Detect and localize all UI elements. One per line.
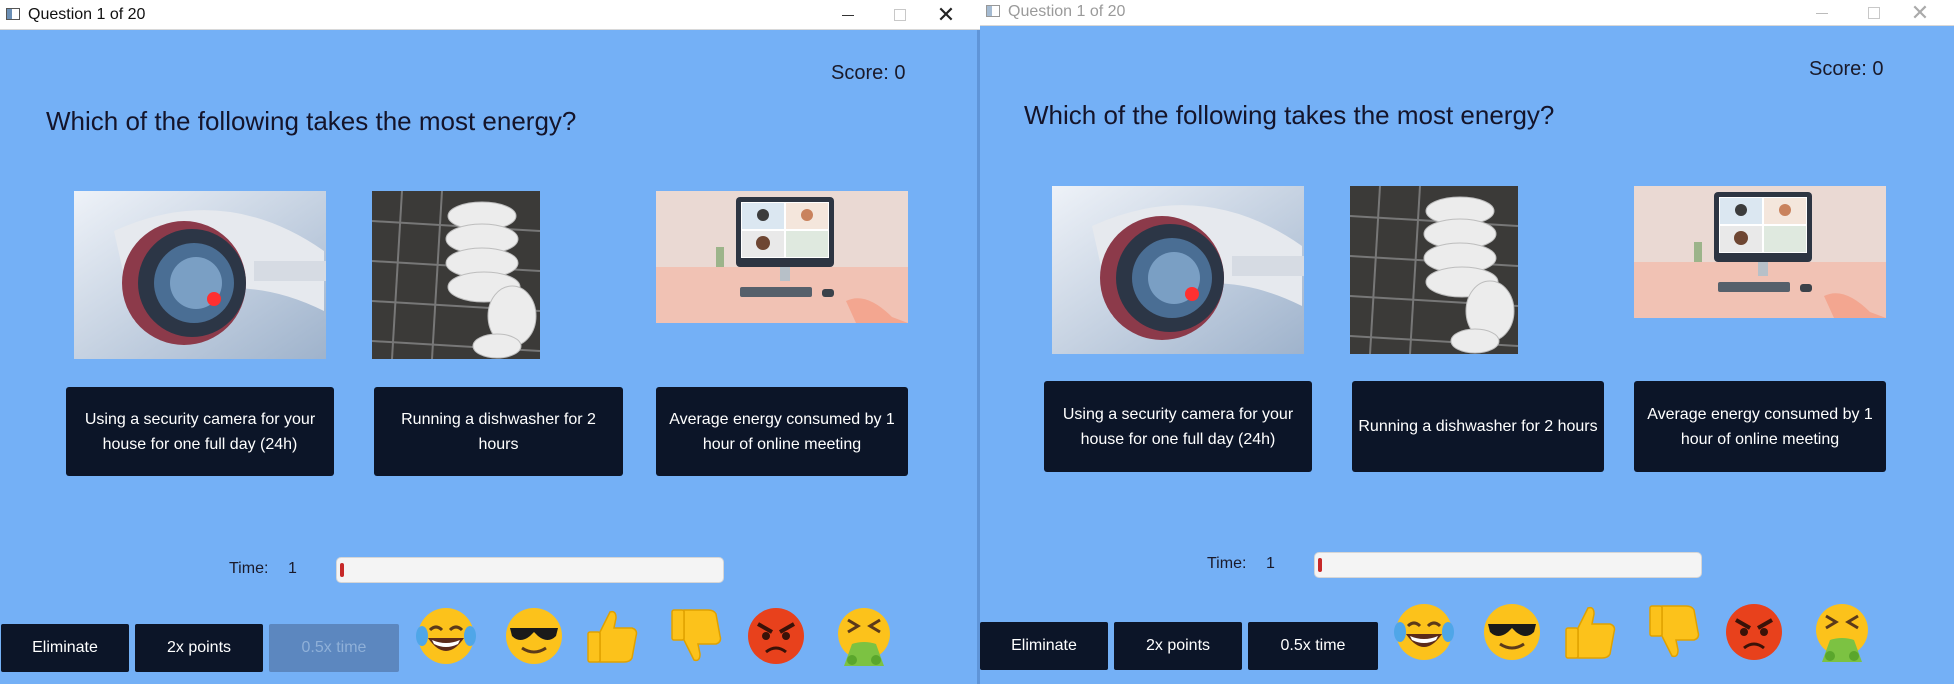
quiz-panel: Score: 0 Which of the following takes th… — [0, 30, 980, 684]
app-icon — [986, 5, 1000, 17]
angry-emoji[interactable] — [744, 604, 808, 668]
time-progress-fill — [1318, 558, 1322, 572]
time-progress-bar — [336, 557, 724, 583]
answer-button-3[interactable]: Average energy consumed by 1 hour of onl… — [656, 387, 908, 476]
laughing-crying-emoji[interactable] — [1392, 600, 1456, 664]
time-value: 1 — [288, 560, 297, 577]
window-title: Question 1 of 20 — [1008, 3, 1126, 20]
answer-button-2[interactable]: Running a dishwasher for 2 hours — [1352, 381, 1604, 472]
half-time-button[interactable]: 0.5x time — [269, 624, 399, 672]
thumbs-down-emoji[interactable] — [664, 604, 728, 668]
half-time-button[interactable]: 0.5x time — [1248, 622, 1378, 670]
maximize-button[interactable] — [1852, 0, 1896, 26]
laughing-crying-emoji[interactable] — [414, 604, 478, 668]
title-bar: Question 1 of 20 ✕ — [980, 0, 1954, 26]
vomiting-emoji[interactable] — [832, 604, 896, 668]
close-button[interactable]: ✕ — [924, 0, 968, 30]
score-label: Score: 0 — [831, 62, 906, 84]
app-icon — [6, 8, 20, 20]
maximize-icon — [894, 9, 906, 21]
minimize-icon — [1816, 12, 1828, 14]
security-camera-image — [74, 191, 326, 359]
time-progress-bar — [1314, 552, 1702, 578]
minimize-button[interactable] — [826, 0, 870, 30]
answer-button-1[interactable]: Using a security camera for your house f… — [1044, 381, 1312, 472]
answer-button-2[interactable]: Running a dishwasher for 2 hours — [374, 387, 623, 476]
double-points-button[interactable]: 2x points — [135, 624, 263, 672]
angry-emoji[interactable] — [1722, 600, 1786, 664]
dishwasher-image — [372, 191, 540, 359]
quiz-window-right: Question 1 of 20 ✕ Score: 0 Which of the… — [980, 0, 1954, 684]
quiz-window-left: Question 1 of 20 ✕ Score: 0 Which of the… — [0, 0, 980, 684]
eliminate-button[interactable]: Eliminate — [980, 622, 1108, 670]
title-bar: Question 1 of 20 ✕ — [0, 0, 980, 30]
dishwasher-image — [1350, 186, 1518, 354]
minimize-button[interactable] — [1800, 0, 1844, 26]
question-text: Which of the following takes the most en… — [1024, 100, 1555, 130]
thumbs-down-emoji[interactable] — [1642, 600, 1706, 664]
online-meeting-image — [1634, 186, 1886, 318]
time-label: Time: — [229, 560, 269, 577]
vomiting-emoji[interactable] — [1810, 600, 1874, 664]
close-icon: ✕ — [936, 2, 956, 27]
score-label: Score: 0 — [1809, 58, 1884, 80]
sunglasses-emoji[interactable] — [1480, 600, 1544, 664]
question-text: Which of the following takes the most en… — [46, 106, 577, 136]
sunglasses-emoji[interactable] — [502, 604, 566, 668]
eliminate-button[interactable]: Eliminate — [1, 624, 129, 672]
maximize-button[interactable] — [878, 0, 922, 30]
maximize-icon — [1868, 7, 1880, 19]
thumbs-up-emoji[interactable] — [580, 604, 644, 668]
double-points-button[interactable]: 2x points — [1114, 622, 1242, 670]
time-label: Time: — [1207, 555, 1247, 572]
answer-button-1[interactable]: Using a security camera for your house f… — [66, 387, 334, 476]
time-progress-fill — [340, 563, 344, 577]
security-camera-image — [1052, 186, 1304, 354]
time-value: 1 — [1266, 555, 1275, 572]
thumbs-up-emoji[interactable] — [1558, 600, 1622, 664]
online-meeting-image — [656, 191, 908, 323]
minimize-icon — [842, 14, 854, 16]
close-icon: ✕ — [1910, 0, 1930, 25]
window-title: Question 1 of 20 — [28, 6, 146, 23]
quiz-panel: Score: 0 Which of the following takes th… — [980, 26, 1954, 684]
answer-button-3[interactable]: Average energy consumed by 1 hour of onl… — [1634, 381, 1886, 472]
close-button[interactable]: ✕ — [1898, 0, 1942, 26]
